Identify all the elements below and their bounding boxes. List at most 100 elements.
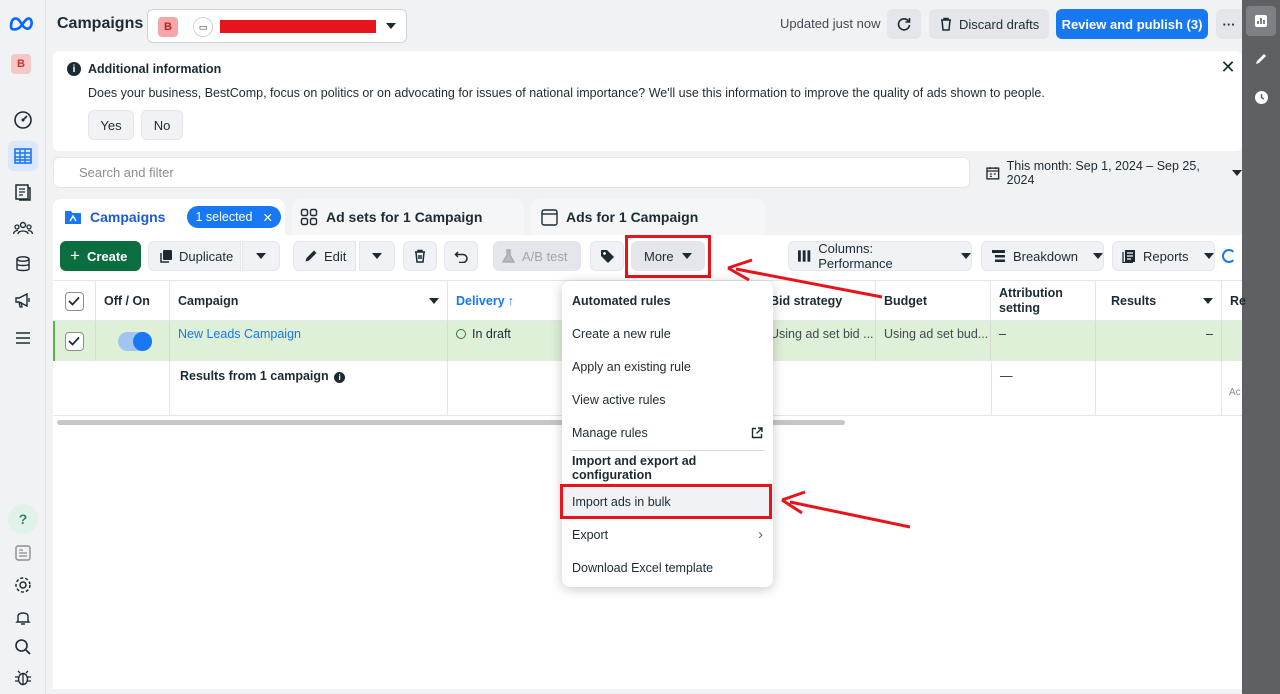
more-options-button[interactable]: ···: [1216, 9, 1242, 39]
campaign-on-off-toggle[interactable]: [118, 332, 152, 351]
menu-item-manage-rules[interactable]: Manage rules: [562, 416, 773, 449]
clear-selection-icon[interactable]: ✕: [262, 210, 272, 225]
menu-icon[interactable]: [8, 323, 38, 353]
column-off-on[interactable]: Off / On: [96, 281, 170, 321]
edit-dropdown-button[interactable]: [359, 241, 395, 271]
billing-icon[interactable]: [8, 249, 38, 279]
breakdown-label: Breakdown: [1012, 248, 1078, 264]
checkbox-checked-icon: [64, 331, 84, 351]
edit-pencil-icon[interactable]: [1246, 44, 1276, 74]
edit-button[interactable]: Edit: [293, 241, 356, 271]
columns-label: Columns: Performance: [818, 241, 893, 271]
tab-campaigns[interactable]: Campaigns 1 selected ✕: [53, 199, 285, 235]
tab-ads-label: Ads for 1 Campaign: [566, 209, 699, 225]
create-label: Create: [86, 248, 128, 264]
chevron-down-icon: [961, 253, 971, 259]
audiences-icon[interactable]: [8, 213, 38, 243]
redacted-account-name: [220, 20, 376, 33]
select-all-checkbox[interactable]: [53, 281, 96, 321]
dashboard-icon[interactable]: [8, 105, 38, 135]
bid-strategy-cell: Using ad set bid ...: [762, 321, 876, 361]
summary-empty-cell: [53, 361, 170, 415]
tab-ad-sets[interactable]: Ad sets for 1 Campaign: [292, 199, 524, 235]
info-icon[interactable]: i: [334, 372, 346, 383]
column-attribution-setting[interactable]: Attribution setting: [991, 281, 1096, 321]
menu-item-view-rules[interactable]: View active rules: [562, 383, 773, 416]
notifications-bell-icon[interactable]: [8, 602, 38, 632]
draft-status-icon: [456, 329, 466, 339]
review-and-publish-button[interactable]: Review and publish (3): [1056, 9, 1208, 39]
external-link-icon: [751, 426, 763, 438]
duplicate-button[interactable]: Duplicate: [148, 241, 241, 271]
menu-item-apply-rule[interactable]: Apply an existing rule: [562, 350, 773, 383]
reports-button[interactable]: Reports: [1112, 241, 1215, 271]
menu-item-create-rule[interactable]: Create a new rule: [562, 317, 773, 350]
summary-label: Results from 1 campaign: [180, 369, 329, 383]
bug-report-icon[interactable]: [8, 663, 38, 693]
news-icon[interactable]: [8, 538, 38, 568]
yes-button[interactable]: Yes: [88, 110, 134, 140]
column-campaign[interactable]: Campaign: [170, 281, 448, 321]
column-budget[interactable]: Budget: [876, 281, 991, 321]
chevron-down-icon: [1203, 253, 1214, 259]
selected-pill[interactable]: 1 selected ✕: [187, 206, 281, 228]
search-icon[interactable]: [8, 632, 38, 662]
date-range-picker[interactable]: This month: Sep 1, 2024 – Sep 25, 2024: [976, 157, 1242, 188]
pages-icon[interactable]: [8, 177, 38, 207]
help-icon[interactable]: ?: [8, 504, 38, 534]
chevron-down-icon: [1232, 169, 1242, 176]
menu-header-automated-rules: Automated rules: [572, 293, 671, 308]
loading-spinner-icon: [1222, 249, 1236, 263]
close-icon[interactable]: ✕: [1220, 58, 1236, 76]
summary-attribution-cell: —: [991, 361, 1096, 415]
trash-icon: [415, 249, 425, 263]
history-clock-icon[interactable]: [1246, 82, 1276, 112]
refresh-button[interactable]: [887, 9, 921, 39]
breakdown-button[interactable]: Breakdown: [981, 241, 1104, 271]
banner-text: Does your business, BestComp, focus on p…: [88, 86, 1045, 100]
campaigns-table-icon[interactable]: [8, 141, 38, 171]
duplicate-dropdown-button[interactable]: [242, 241, 280, 271]
refresh-icon: [897, 18, 911, 31]
summary-results-cell: [1096, 361, 1222, 415]
column-delivery[interactable]: Delivery ↑: [448, 281, 569, 321]
checkbox-checked-icon: [64, 291, 84, 311]
undo-button[interactable]: [444, 241, 478, 271]
tag-icon: [600, 249, 614, 263]
menu-item-download-template[interactable]: Download Excel template: [562, 551, 773, 584]
tab-ads[interactable]: Ads for 1 Campaign: [531, 199, 765, 235]
chevron-down-icon: [1203, 298, 1213, 304]
menu-item-export[interactable]: Export ›: [562, 518, 773, 551]
column-results[interactable]: Results: [1096, 281, 1222, 321]
chevron-down-icon: [429, 298, 439, 304]
summary-delivery-cell: [448, 361, 569, 415]
row-checkbox[interactable]: [53, 321, 96, 361]
settings-gear-icon[interactable]: [8, 570, 38, 600]
account-avatar[interactable]: B: [11, 54, 31, 74]
columns-button[interactable]: Columns: Performance: [788, 241, 972, 271]
chevron-down-icon: [1093, 253, 1103, 259]
banner-title: Additional information: [88, 62, 222, 76]
column-bid-strategy[interactable]: Bid strategy: [762, 281, 876, 321]
highlight-box-more: [625, 235, 711, 278]
summary-label-cell: Results from 1 campaign i: [170, 361, 448, 415]
column-re[interactable]: Re: [1222, 281, 1246, 321]
ads-megaphone-icon[interactable]: [8, 285, 38, 315]
ab-test-button[interactable]: A/B test: [493, 241, 581, 271]
column-campaign-label: Campaign: [178, 294, 239, 308]
search-filter-input[interactable]: Search and filter: [53, 157, 970, 188]
ad-account-icon: ▭: [193, 17, 213, 37]
tab-campaigns-label: Campaigns: [90, 209, 166, 225]
tag-button[interactable]: [590, 241, 624, 271]
discard-drafts-label: Discard drafts: [959, 16, 1040, 32]
campaign-name-link[interactable]: New Leads Campaign: [170, 321, 448, 361]
account-selector[interactable]: B ▭: [147, 9, 407, 43]
discard-drafts-button[interactable]: Discard drafts: [929, 9, 1049, 39]
bar-chart-icon[interactable]: [1246, 6, 1276, 36]
delete-button[interactable]: [403, 241, 437, 271]
meta-logo-icon[interactable]: [8, 12, 38, 34]
right-rail: [1242, 0, 1280, 694]
more-dropdown-menu: Automated rules Create a new rule Apply …: [562, 281, 773, 587]
no-button[interactable]: No: [141, 110, 183, 140]
create-button[interactable]: + Create: [60, 241, 141, 271]
